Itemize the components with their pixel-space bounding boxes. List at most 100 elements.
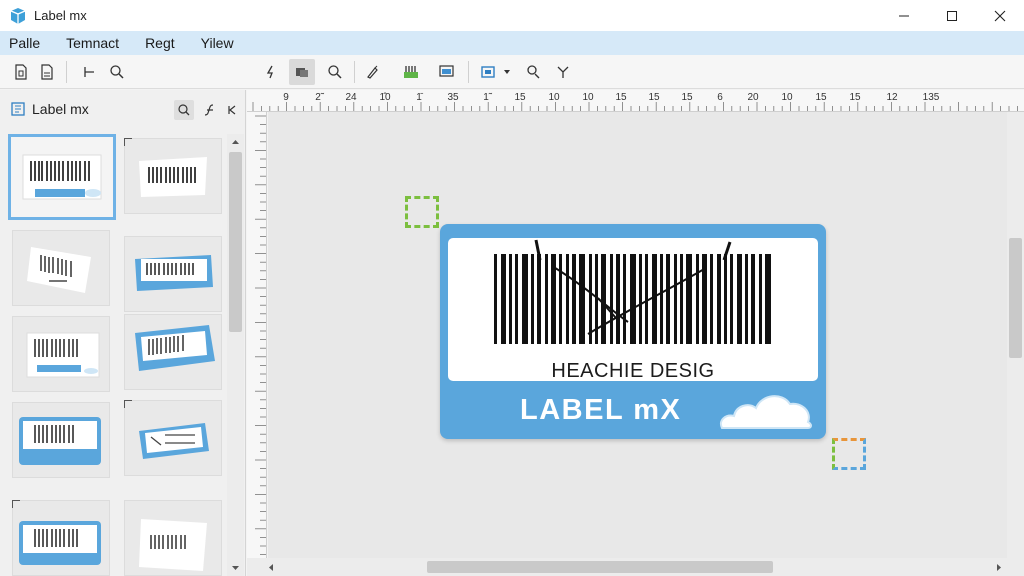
barcode-bar	[537, 254, 541, 344]
label-thumbnail[interactable]	[124, 400, 222, 476]
zoom-button[interactable]	[104, 59, 130, 85]
barcode-bar	[522, 254, 528, 344]
branch-button[interactable]	[550, 59, 576, 85]
barcode-bar	[515, 254, 518, 344]
scroll-down-icon	[232, 566, 239, 570]
function-icon	[204, 104, 214, 116]
label-thumbnail[interactable]	[12, 230, 110, 306]
menu-item-regt[interactable]: Regt	[138, 35, 182, 51]
insert-barcode-button[interactable]	[398, 59, 424, 85]
scroll-right-icon	[997, 564, 1001, 571]
barcode-overlay-stroke	[534, 239, 542, 261]
pen-icon	[367, 65, 378, 79]
thumbnail-image	[26, 332, 100, 378]
close-button[interactable]	[976, 0, 1024, 31]
panel-collapse-button[interactable]	[222, 100, 242, 120]
barcode-bar	[589, 254, 592, 344]
frame-dropdown-arrow[interactable]	[500, 59, 514, 85]
selection-handle-top-left[interactable]	[405, 196, 439, 228]
selection-handle-bottom-right[interactable]	[832, 438, 866, 470]
branch-icon	[557, 66, 569, 78]
ruler-label: 20	[747, 92, 759, 103]
new-document-button[interactable]	[8, 59, 34, 85]
label-thumbnail[interactable]	[12, 500, 110, 576]
scroll-thumb[interactable]	[1009, 238, 1022, 358]
label-thumbnail[interactable]	[12, 402, 110, 478]
ruler-label: 35	[447, 92, 459, 103]
frame-dropdown-button[interactable]	[476, 59, 502, 85]
barcode-green-icon	[404, 66, 418, 78]
label-thumbnail[interactable]	[12, 316, 110, 392]
corner-marker	[12, 500, 20, 508]
label-thumbnail[interactable]	[124, 236, 222, 312]
ruler-label: 12	[886, 92, 898, 103]
ruler-label: 15	[681, 92, 693, 103]
toolbar-separator	[354, 61, 355, 83]
label-design[interactable]: HEACHIE DESIG LABEL mX	[440, 224, 826, 439]
pen-tool-button[interactable]	[360, 59, 386, 85]
app-logo-icon	[10, 7, 26, 24]
label-thumbnail[interactable]	[124, 500, 222, 576]
barcode-bar	[531, 254, 534, 344]
lightning-icon	[266, 65, 273, 79]
chevron-down-icon	[504, 70, 510, 74]
menu-item-temnact[interactable]: Temnact	[59, 35, 126, 51]
window-controls	[880, 0, 1024, 31]
panel-vertical-scrollbar[interactable]	[227, 134, 244, 576]
menu-bar: Palle Temnact Regt Yilew	[0, 31, 1024, 55]
document-list-icon	[11, 102, 25, 116]
barcode-bar	[710, 254, 713, 344]
open-document-button[interactable]	[34, 59, 60, 85]
panel-function-button[interactable]	[200, 100, 220, 120]
barcode-bar	[652, 254, 657, 344]
canvas-horizontal-scrollbar[interactable]	[247, 558, 1024, 576]
barcode-bar	[601, 254, 606, 344]
design-canvas[interactable]: HEACHIE DESIG LABEL mX	[268, 112, 1007, 558]
ruler-label: 15	[514, 92, 526, 103]
scroll-thumb[interactable]	[229, 152, 242, 332]
user-button[interactable]	[520, 59, 546, 85]
maximize-button[interactable]	[928, 0, 976, 31]
thumbnail-image	[19, 417, 101, 465]
cloud-icon	[720, 395, 812, 429]
toolbar-separator	[66, 61, 67, 83]
magnifier-icon	[328, 65, 342, 79]
panel-header: Label mx	[0, 90, 246, 128]
minimize-button[interactable]	[880, 0, 928, 31]
barcode-bar	[737, 254, 742, 344]
barcode-bar	[751, 254, 755, 344]
canvas-zoom-button[interactable]	[322, 59, 348, 85]
thumbnail-image	[19, 521, 101, 565]
ruler-label: 15	[815, 92, 827, 103]
menu-item-yilew[interactable]: Yilew	[194, 35, 241, 51]
canvas-vertical-scrollbar[interactable]	[1007, 112, 1024, 558]
collapse-icon	[228, 105, 236, 115]
label-thumbnail[interactable]	[124, 138, 222, 214]
panel-search-button[interactable]	[174, 100, 194, 120]
label-thumbnail[interactable]	[8, 134, 116, 220]
menu-item-palle[interactable]: Palle	[2, 35, 47, 51]
barcode-bar	[645, 254, 648, 344]
minimize-icon	[899, 15, 909, 16]
label-main-text[interactable]: HEACHIE DESIG	[448, 360, 818, 383]
title-bar: Label mx	[0, 0, 1024, 31]
thumbnail-image	[27, 247, 91, 293]
back-button[interactable]	[76, 59, 102, 85]
barcode-bar	[579, 254, 585, 344]
thumbnail-image	[139, 157, 207, 197]
ruler-label: 135	[922, 92, 940, 103]
barcode-bar	[501, 254, 506, 344]
select-tool-button[interactable]	[289, 59, 315, 85]
insert-image-button[interactable]	[434, 59, 460, 85]
ruler-ticks	[255, 115, 266, 556]
vertical-ruler	[247, 112, 267, 558]
scroll-thumb[interactable]	[427, 561, 773, 573]
barcode-graphic[interactable]	[448, 238, 818, 358]
lightning-button[interactable]	[258, 59, 284, 85]
barcode-bar	[616, 254, 620, 344]
label-library-panel: Label mx	[0, 90, 246, 576]
label-brand-text[interactable]: LABEL mX	[520, 394, 681, 427]
label-thumbnail[interactable]	[124, 314, 222, 390]
barcode-bar	[765, 254, 771, 344]
search-icon	[178, 104, 190, 116]
